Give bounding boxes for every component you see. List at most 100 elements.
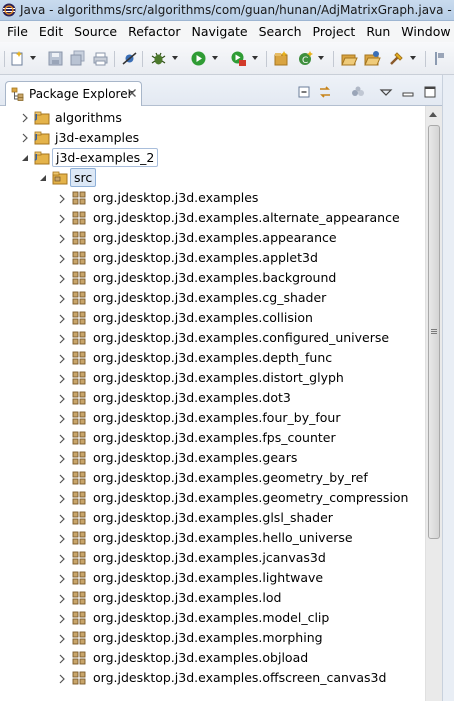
- annotation-icon[interactable]: [432, 50, 449, 67]
- tree-item-package[interactable]: org.jdesktop.j3d.examples.appearance: [0, 228, 425, 248]
- chevron-right-icon[interactable]: [57, 513, 67, 524]
- focus-active-task-icon[interactable]: [350, 84, 366, 100]
- chevron-right-icon[interactable]: [57, 253, 67, 264]
- menu-source[interactable]: Source: [74, 24, 117, 39]
- chevron-right-icon[interactable]: [57, 673, 67, 684]
- tree-item-package[interactable]: org.jdesktop.j3d.examples.distort_glyph: [0, 368, 425, 388]
- tree-item-package[interactable]: org.jdesktop.j3d.examples.glsl_shader: [0, 508, 425, 528]
- tree-item-package[interactable]: org.jdesktop.j3d.examples.lod: [0, 588, 425, 608]
- maximize-icon[interactable]: [422, 84, 438, 100]
- eclipse-app-icon[interactable]: [2, 3, 16, 17]
- tree-item-package[interactable]: org.jdesktop.j3d.examples.jcanvas3d: [0, 548, 425, 568]
- chevron-right-icon[interactable]: [57, 453, 67, 464]
- new-java-class-icon[interactable]: C: [297, 50, 314, 67]
- tree-item-project[interactable]: J j3d-examples_2: [0, 148, 425, 168]
- chevron-right-icon[interactable]: [57, 433, 67, 444]
- tree-item-package[interactable]: org.jdesktop.j3d.examples.alternate_appe…: [0, 208, 425, 228]
- scroll-up-arrow-icon[interactable]: [429, 112, 437, 117]
- search-icon[interactable]: [388, 50, 405, 67]
- run-dropdown[interactable]: [212, 56, 218, 60]
- tree-item-package[interactable]: org.jdesktop.j3d.examples.offscreen_canv…: [0, 668, 425, 688]
- chevron-right-icon[interactable]: [20, 133, 30, 143]
- chevron-right-icon[interactable]: [57, 213, 67, 224]
- print-icon[interactable]: [92, 50, 109, 67]
- tree-item-package[interactable]: org.jdesktop.j3d.examples: [0, 188, 425, 208]
- tree-item-package[interactable]: org.jdesktop.j3d.examples.fps_counter: [0, 428, 425, 448]
- tree-item-package[interactable]: org.jdesktop.j3d.examples.gears: [0, 448, 425, 468]
- chevron-right-icon[interactable]: [57, 273, 67, 284]
- menu-run[interactable]: Run: [366, 24, 390, 39]
- open-task-icon[interactable]: [364, 50, 381, 67]
- chevron-right-icon[interactable]: [57, 233, 67, 244]
- tree-item-project[interactable]: J algorithms: [0, 108, 425, 128]
- new-class-dropdown[interactable]: [318, 56, 324, 60]
- tree-item-source-folder[interactable]: src: [0, 168, 425, 188]
- debug-icon[interactable]: [150, 50, 167, 67]
- run-icon[interactable]: [190, 50, 207, 67]
- chevron-right-icon[interactable]: [57, 193, 67, 204]
- chevron-right-icon[interactable]: [57, 573, 67, 584]
- menu-navigate[interactable]: Navigate: [192, 24, 248, 39]
- open-type-icon[interactable]: [341, 50, 358, 67]
- menu-window[interactable]: Window: [401, 24, 450, 39]
- vertical-scrollbar[interactable]: [425, 106, 442, 701]
- tree-item-package[interactable]: org.jdesktop.j3d.examples.background: [0, 268, 425, 288]
- new-wizard-icon[interactable]: [9, 50, 26, 67]
- external-tools-dropdown[interactable]: [252, 56, 258, 60]
- tree-item-package[interactable]: org.jdesktop.j3d.examples.four_by_four: [0, 408, 425, 428]
- tree-item-package[interactable]: org.jdesktop.j3d.examples.geometry_by_re…: [0, 468, 425, 488]
- tree-item-package[interactable]: org.jdesktop.j3d.examples.geometry_compr…: [0, 488, 425, 508]
- chevron-right-icon[interactable]: [57, 633, 67, 644]
- tree-item-package[interactable]: org.jdesktop.j3d.examples.morphing: [0, 628, 425, 648]
- chevron-down-icon[interactable]: [20, 153, 30, 163]
- chevron-right-icon[interactable]: [57, 553, 67, 564]
- tree-item-package[interactable]: org.jdesktop.j3d.examples.hello_universe: [0, 528, 425, 548]
- new-java-project-icon[interactable]: [273, 50, 290, 67]
- menu-project[interactable]: Project: [313, 24, 356, 39]
- debug-dropdown[interactable]: [172, 56, 178, 60]
- tree-item-package[interactable]: org.jdesktop.j3d.examples.collision: [0, 308, 425, 328]
- chevron-right-icon[interactable]: [57, 293, 67, 304]
- tree-item-package[interactable]: org.jdesktop.j3d.examples.configured_uni…: [0, 328, 425, 348]
- menu-file[interactable]: File: [7, 24, 28, 39]
- external-tools-icon[interactable]: [230, 50, 247, 67]
- chevron-right-icon[interactable]: [57, 593, 67, 604]
- chevron-right-icon[interactable]: [57, 493, 67, 504]
- menu-search[interactable]: Search: [259, 24, 302, 39]
- tree-item-package[interactable]: org.jdesktop.j3d.examples.depth_func: [0, 348, 425, 368]
- view-menu-icon[interactable]: [378, 84, 394, 100]
- chevron-right-icon[interactable]: [20, 113, 30, 123]
- tab-package-explorer[interactable]: Package Explorer: [5, 81, 142, 106]
- tree-item-package[interactable]: org.jdesktop.j3d.examples.lightwave: [0, 568, 425, 588]
- tree-item-package[interactable]: org.jdesktop.j3d.examples.objload: [0, 648, 425, 668]
- save-all-icon[interactable]: [69, 50, 86, 67]
- tree-item-package[interactable]: org.jdesktop.j3d.examples.applet3d: [0, 248, 425, 268]
- chevron-right-icon[interactable]: [57, 653, 67, 664]
- tree-item-package[interactable]: org.jdesktop.j3d.examples.cg_shader: [0, 288, 425, 308]
- chevron-right-icon[interactable]: [57, 313, 67, 324]
- link-with-editor-icon[interactable]: [317, 84, 333, 100]
- chevron-right-icon[interactable]: [57, 413, 67, 424]
- chevron-right-icon[interactable]: [57, 473, 67, 484]
- chevron-right-icon[interactable]: [57, 533, 67, 544]
- minimize-icon[interactable]: [400, 84, 416, 100]
- skip-breakpoints-icon[interactable]: [121, 50, 138, 67]
- svg-text:J: J: [34, 153, 38, 161]
- collapse-all-icon[interactable]: [296, 84, 312, 100]
- chevron-down-icon[interactable]: [38, 173, 48, 183]
- new-wizard-dropdown[interactable]: [30, 56, 36, 60]
- search-dropdown[interactable]: [410, 56, 416, 60]
- chevron-right-icon[interactable]: [57, 613, 67, 624]
- menu-edit[interactable]: Edit: [39, 24, 63, 39]
- chevron-right-icon[interactable]: [57, 393, 67, 404]
- tree-item-project[interactable]: J j3d-examples: [0, 128, 425, 148]
- chevron-right-icon[interactable]: [57, 333, 67, 344]
- tree-item-package[interactable]: org.jdesktop.j3d.examples.dot3: [0, 388, 425, 408]
- tree-item-package[interactable]: org.jdesktop.j3d.examples.model_clip: [0, 608, 425, 628]
- save-icon[interactable]: [47, 50, 64, 67]
- chevron-right-icon[interactable]: [57, 353, 67, 364]
- menu-refactor[interactable]: Refactor: [128, 24, 180, 39]
- scrollbar-thumb[interactable]: [428, 125, 440, 539]
- chevron-right-icon[interactable]: [57, 373, 67, 384]
- close-icon[interactable]: [127, 88, 137, 98]
